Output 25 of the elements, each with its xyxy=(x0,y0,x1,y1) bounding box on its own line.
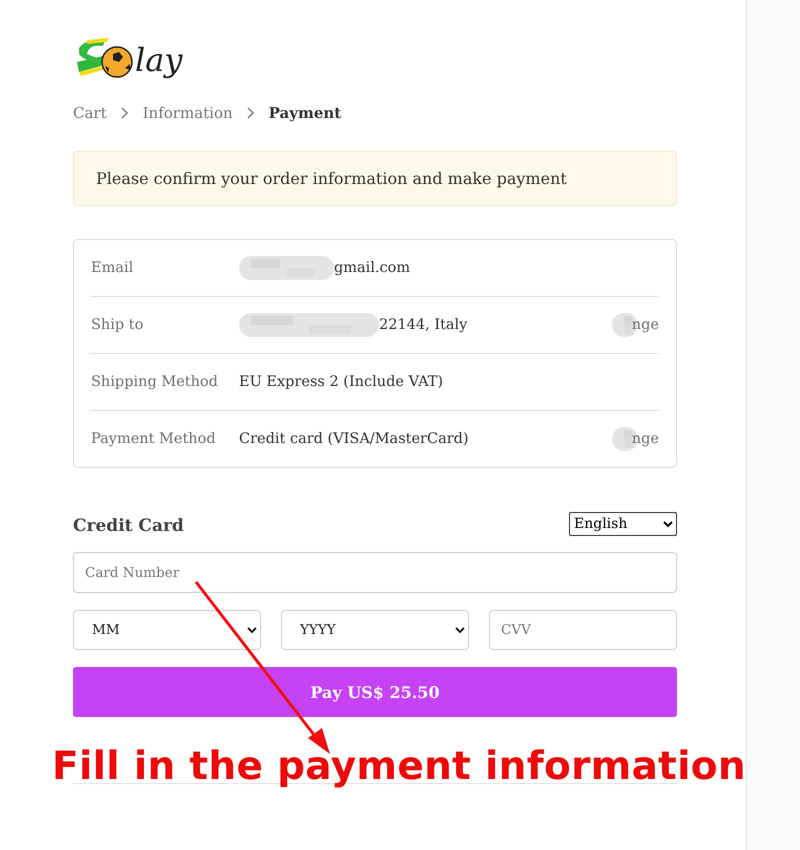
notice-banner: Please confirm your order information and make payment xyxy=(73,151,677,206)
change-link[interactable]: nge xyxy=(632,317,659,333)
row-value: Credit card (VISA/MasterCard) xyxy=(239,431,469,447)
logo-text: lay xyxy=(135,44,182,80)
section-title: Credit Card xyxy=(73,516,184,536)
breadcrumb-link[interactable]: Information xyxy=(142,104,233,122)
row-label: Ship to xyxy=(91,317,144,333)
row-label: Email xyxy=(91,260,134,276)
chevron-icon xyxy=(120,107,129,119)
breadcrumb-link[interactable]: Cart xyxy=(73,104,107,122)
change-link[interactable]: nge xyxy=(632,431,659,447)
row-label: Shipping Method xyxy=(91,374,219,390)
row-label: Payment Method xyxy=(91,431,217,447)
row-value: EU Express 2 (Include VAT) xyxy=(239,374,444,390)
chevron-icon xyxy=(246,107,255,119)
year-select[interactable]: YYYY xyxy=(281,610,469,650)
breadcrumb-link[interactable]: Payment xyxy=(268,104,342,122)
annotation-caption: Fill in the payment information xyxy=(52,744,746,789)
month-select[interactable]: MM xyxy=(73,610,261,650)
cvv-field[interactable]: CVV xyxy=(489,610,677,650)
language-select[interactable]: English xyxy=(569,512,677,536)
card-number-field[interactable]: Card Number xyxy=(73,552,677,593)
pay-button[interactable]: Pay US$ 25.50 xyxy=(73,667,677,717)
row-value: gmail.com xyxy=(334,260,410,276)
row-value: 22144, Italy xyxy=(379,317,468,333)
